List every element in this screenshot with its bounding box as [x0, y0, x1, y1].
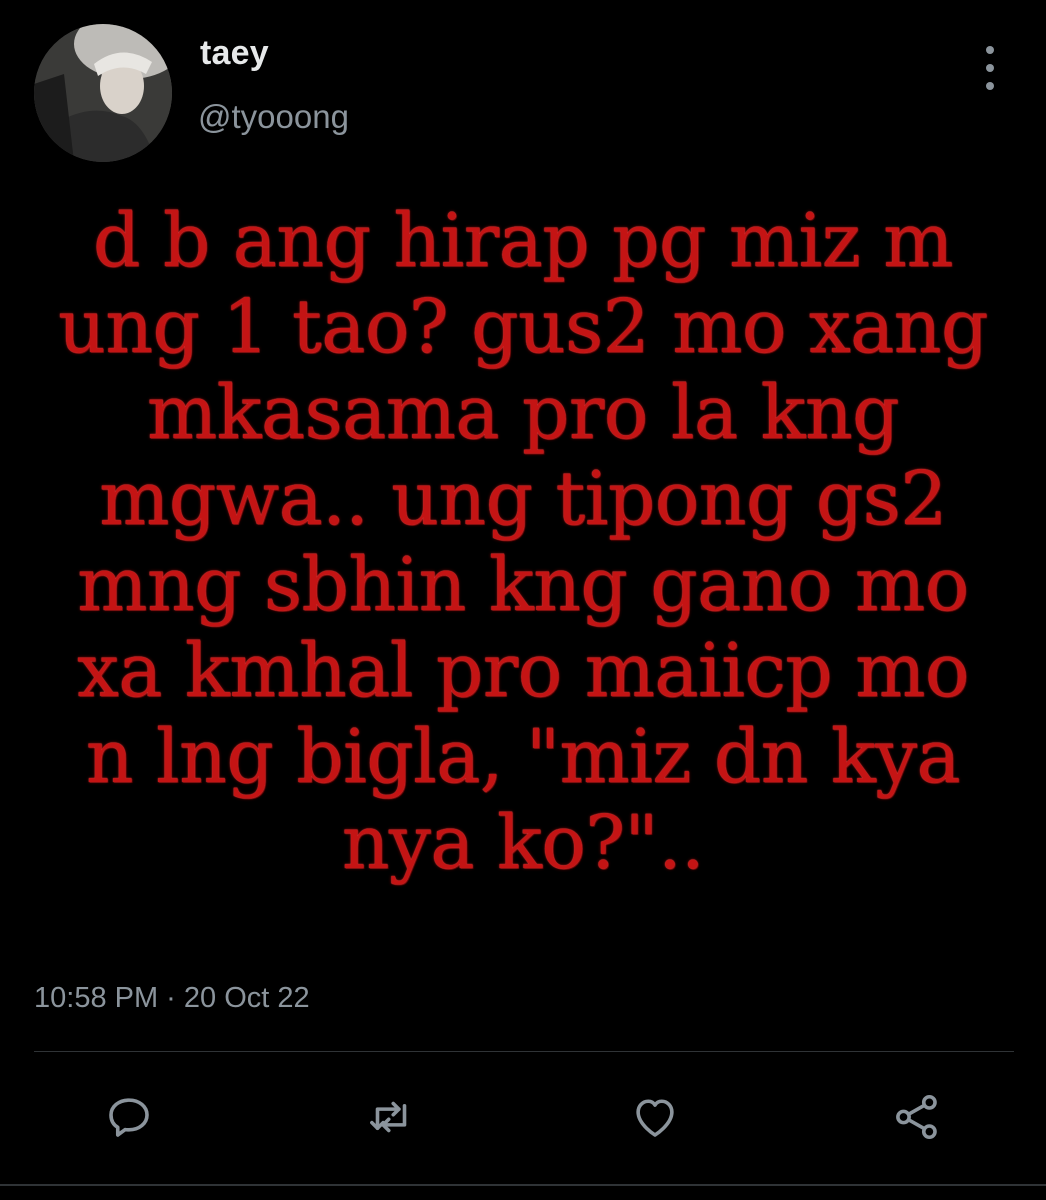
more-dot-icon	[986, 46, 994, 54]
like-button[interactable]	[620, 1082, 690, 1152]
retweet-button[interactable]	[356, 1082, 426, 1152]
reply-icon	[109, 1098, 149, 1137]
tweet-image-text[interactable]: d b ang hirap pg miz m ung 1 tao? gus2 m…	[40, 198, 1006, 886]
image-text-line: mgwa.. ung tipong gs2	[99, 456, 947, 542]
image-text-line: mkasama pro la kng	[146, 370, 900, 456]
image-text-line: xa kmhal pro maiicp mo	[77, 628, 969, 714]
avatar[interactable]	[34, 24, 172, 162]
share-icon	[896, 1094, 937, 1140]
share-button[interactable]	[882, 1082, 952, 1152]
image-text-line: nya ko?"..	[341, 800, 705, 886]
tweet-timestamp[interactable]: 10:58 PM · 20 Oct 22	[34, 982, 310, 1015]
divider	[34, 1051, 1014, 1052]
heart-icon	[636, 1099, 674, 1137]
image-text-line: d b ang hirap pg miz m	[93, 198, 953, 284]
more-dot-icon	[986, 82, 994, 90]
author-display-name[interactable]: taey	[200, 34, 269, 73]
more-dot-icon	[986, 64, 994, 72]
tweet-actions	[0, 1082, 1046, 1152]
reply-button[interactable]	[94, 1082, 164, 1152]
tweet: taey @tyooong d b ang hirap pg miz m ung…	[0, 0, 1046, 1200]
image-text-line: n lng bigla, "miz dn kya	[85, 714, 961, 800]
avatar-image	[34, 24, 172, 162]
image-text-line: mng sbhin kng gano mo	[77, 542, 969, 628]
more-options-button[interactable]	[974, 46, 1006, 90]
bottom-divider	[0, 1184, 1046, 1186]
retweet-icon	[370, 1101, 407, 1133]
image-text-line: ung 1 tao? gus2 mo xang	[58, 284, 988, 370]
author-handle[interactable]: @tyooong	[198, 98, 349, 136]
